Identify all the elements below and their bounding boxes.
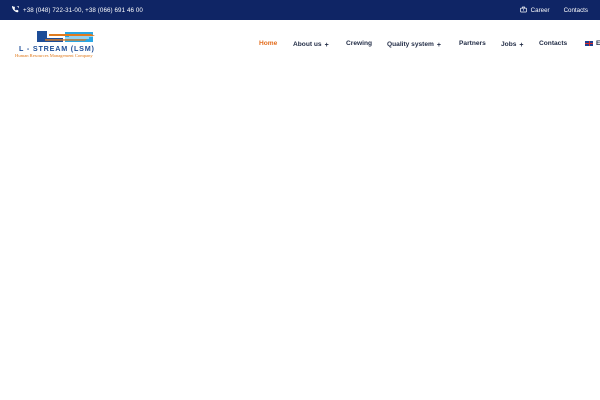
plus-icon: + [436,42,442,49]
nav-item-label: About us [293,41,322,48]
logo-tagline: Human Resources Management Company [15,53,93,58]
topbar-contacts-link[interactable]: Contacts [564,7,588,14]
logo-wordmark: L - STREAM (LSM) [19,44,95,53]
plus-icon: + [519,42,524,49]
nav-item-contacts[interactable]: Contacts [539,40,567,47]
site-header: L - STREAM (LSM) Human Resources Managem… [0,20,600,68]
company-logo[interactable]: L - STREAM (LSM) Human Resources Managem… [15,30,113,60]
nav-item-label: Partners [459,40,486,47]
nav-item-label: Jobs [501,41,517,48]
plus-icon: + [324,42,329,49]
uk-flag-icon [585,41,593,46]
briefcase-icon [519,6,527,15]
career-link[interactable]: Career [519,6,550,15]
language-switcher[interactable]: En [585,40,600,47]
nav-item-jobs[interactable]: Jobs + [501,40,523,49]
logo-mark-icon [37,31,95,42]
phone-numbers: +38 (048) 722-31-00, +38 (066) 691 46 00 [23,6,143,14]
nav-item-label: Home [259,40,278,47]
nav-item-label: Crewing [346,40,373,47]
page-content-area [0,68,600,400]
nav-item-label: Quality system [387,41,434,48]
language-label: En [596,40,600,47]
nav-item-partners[interactable]: Partners [459,40,486,47]
nav-item-about-us[interactable]: About us + [293,40,329,49]
career-label: Career [530,6,550,14]
nav-item-crewing[interactable]: Crewing [346,40,372,47]
phone-contact[interactable]: +38 (048) 722-31-00, +38 (066) 691 46 00 [12,4,143,16]
phone-icon [12,5,19,15]
nav-item-label: Contacts [539,40,568,47]
nav-item-home[interactable]: Home [259,40,277,47]
nav-item-quality-system[interactable]: Quality system + [387,40,441,49]
top-bar: +38 (048) 722-31-00, +38 (066) 691 46 00… [0,0,600,20]
